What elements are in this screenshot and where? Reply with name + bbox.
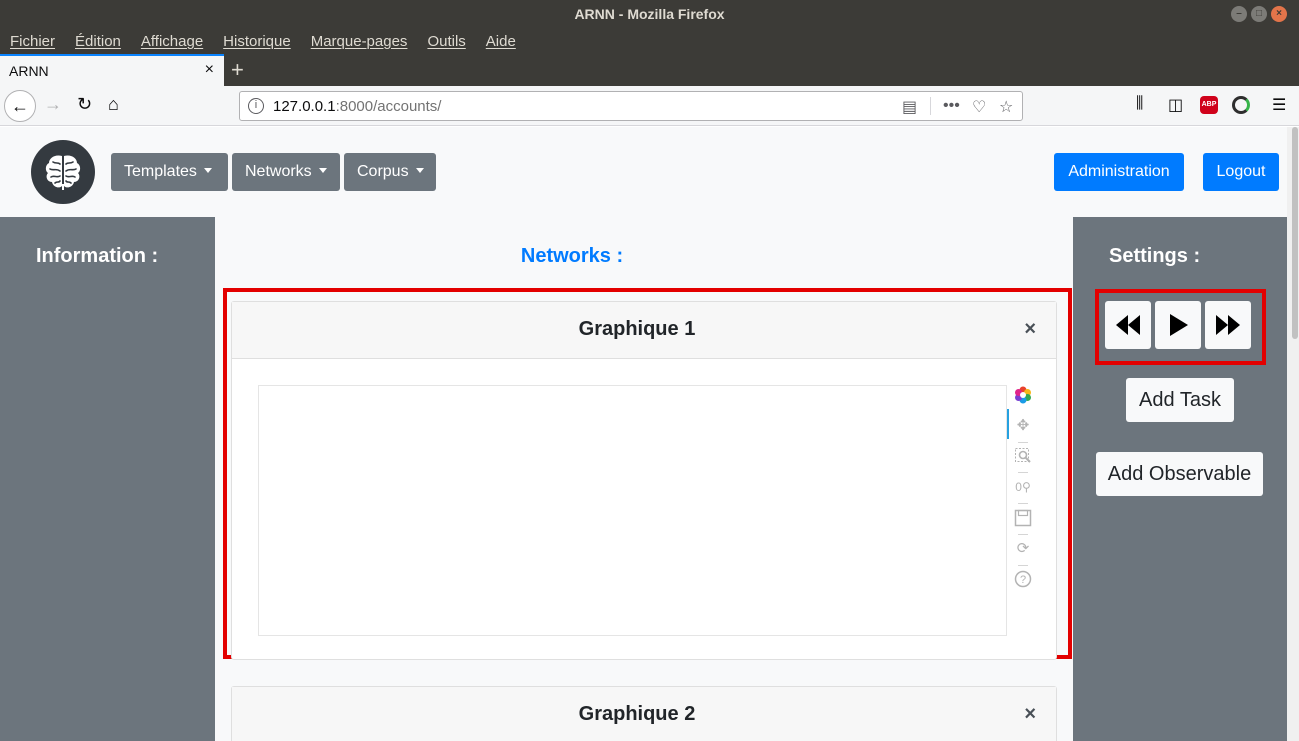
window-titlebar: ARNN - Mozilla Firefox – □ × xyxy=(0,0,1299,28)
rewind-icon xyxy=(1116,315,1140,335)
box-zoom-glyph xyxy=(1015,448,1031,463)
templates-dropdown[interactable]: Templates xyxy=(111,153,228,191)
close-graph-icon[interactable]: × xyxy=(1024,318,1036,341)
logout-button[interactable]: Logout xyxy=(1203,153,1279,191)
toolbar-divider xyxy=(1018,472,1028,473)
caret-down-icon xyxy=(203,168,212,173)
menu-edition[interactable]: Édition xyxy=(75,33,121,50)
extension-icon[interactable] xyxy=(1232,96,1250,114)
plotly-logo-icon[interactable] xyxy=(1014,386,1032,404)
close-graph-icon[interactable]: × xyxy=(1024,703,1036,726)
active-tool-indicator xyxy=(1007,409,1009,439)
networks-panel: Networks : Graphique 1 × ✥ 0⚲ ⟳ ? Graphi… xyxy=(215,217,1073,741)
fast-forward-button[interactable] xyxy=(1205,301,1251,349)
playback-controls xyxy=(1105,301,1255,349)
reload-icon[interactable]: ↻ xyxy=(77,94,92,115)
plot-area[interactable] xyxy=(258,385,1007,636)
caret-down-icon xyxy=(318,168,327,173)
scrollbar-thumb[interactable] xyxy=(1292,127,1298,339)
graph-title: Graphique 1 xyxy=(578,318,696,340)
add-task-button[interactable]: Add Task xyxy=(1126,378,1234,422)
site-info-icon[interactable]: i xyxy=(248,98,264,114)
graph-card-2: Graphique 2 × xyxy=(231,686,1057,741)
box-zoom-icon[interactable] xyxy=(1014,447,1032,465)
maximize-icon[interactable]: □ xyxy=(1251,6,1267,22)
corpus-dropdown[interactable]: Corpus xyxy=(344,153,436,191)
graph-title: Graphique 2 xyxy=(578,703,696,725)
graph-card-header: Graphique 2 × xyxy=(232,687,1056,741)
minimize-icon[interactable]: – xyxy=(1231,6,1247,22)
menu-marque-pages[interactable]: Marque-pages xyxy=(311,33,408,50)
tab-bar: ARNN × + xyxy=(0,54,1299,86)
menu-historique[interactable]: Historique xyxy=(223,33,291,50)
fast-forward-icon xyxy=(1216,315,1240,335)
networks-dropdown[interactable]: Networks xyxy=(232,153,340,191)
information-heading: Information : xyxy=(36,245,159,267)
tab-arnn[interactable]: ARNN × xyxy=(0,54,224,86)
rewind-button[interactable] xyxy=(1105,301,1151,349)
reader-view-icon[interactable]: ▤ xyxy=(902,97,917,117)
navigation-toolbar: ← → ↻ ⌂ i 127.0.0.1:8000/accounts/ ▤ •••… xyxy=(0,86,1299,126)
menu-outils[interactable]: Outils xyxy=(427,33,465,50)
menu-bar: Fichier Édition Affichage Historique Mar… xyxy=(0,28,1299,54)
graph-card-1: Graphique 1 × ✥ 0⚲ ⟳ ? xyxy=(231,301,1057,660)
back-icon[interactable]: ← xyxy=(4,90,36,122)
help-icon[interactable]: ? xyxy=(1014,570,1032,588)
url-text[interactable]: 127.0.0.1:8000/accounts/ xyxy=(273,98,441,115)
menu-icon[interactable]: ☰ xyxy=(1272,95,1286,115)
wheel-zoom-icon[interactable]: 0⚲ xyxy=(1014,478,1032,496)
toolbar-divider xyxy=(1018,565,1028,566)
administration-button[interactable]: Administration xyxy=(1054,153,1184,191)
page-actions-icon[interactable]: ••• xyxy=(943,97,960,115)
url-host: 127.0.0.1 xyxy=(273,98,336,115)
home-icon[interactable]: ⌂ xyxy=(108,94,119,115)
menu-aide[interactable]: Aide xyxy=(486,33,516,50)
bookmark-star-icon[interactable]: ☆ xyxy=(999,97,1013,117)
menu-fichier[interactable]: Fichier xyxy=(10,33,55,50)
site-navbar: Templates Networks Corpus Administration… xyxy=(0,127,1287,217)
networks-label: Networks xyxy=(245,163,312,180)
settings-panel: Settings : Add Task Add Observable xyxy=(1073,217,1287,741)
settings-heading: Settings : xyxy=(1109,245,1201,267)
play-icon xyxy=(1170,314,1188,336)
window-title: ARNN - Mozilla Firefox xyxy=(574,6,725,22)
corpus-label: Corpus xyxy=(357,163,409,180)
templates-label: Templates xyxy=(124,163,197,180)
brain-icon xyxy=(45,155,81,190)
help-glyph: ? xyxy=(1014,570,1032,588)
information-panel: Information : xyxy=(0,217,215,741)
forward-icon[interactable]: → xyxy=(44,94,62,115)
plot-toolbar: ✥ 0⚲ ⟳ ? xyxy=(1007,385,1037,605)
tab-title: ARNN xyxy=(9,63,49,79)
window-controls: – □ × xyxy=(1231,6,1287,22)
toolbar-divider xyxy=(1018,442,1028,443)
web-page: Templates Networks Corpus Administration… xyxy=(0,127,1287,741)
close-window-icon[interactable]: × xyxy=(1271,6,1287,22)
menu-affichage[interactable]: Affichage xyxy=(141,33,203,50)
tab-close-icon[interactable]: × xyxy=(205,61,214,79)
graph-card-header: Graphique 1 × xyxy=(232,302,1056,359)
save-glyph xyxy=(1014,509,1032,527)
adblock-icon[interactable]: ABP xyxy=(1200,96,1218,114)
caret-down-icon xyxy=(415,168,424,173)
pocket-icon[interactable]: ♡ xyxy=(972,97,986,117)
url-path: :8000/accounts/ xyxy=(335,98,442,115)
save-icon[interactable] xyxy=(1014,509,1032,527)
add-observable-button[interactable]: Add Observable xyxy=(1096,452,1263,496)
brain-logo-icon[interactable] xyxy=(31,140,95,204)
reset-icon[interactable]: ⟳ xyxy=(1014,540,1032,558)
url-bar[interactable]: i 127.0.0.1:8000/accounts/ ▤ ••• ♡ ☆ xyxy=(239,91,1023,121)
library-icon[interactable]: ⫼ xyxy=(1136,95,1143,113)
new-tab-icon[interactable]: + xyxy=(231,57,244,83)
networks-heading: Networks : xyxy=(520,245,624,267)
play-button[interactable] xyxy=(1155,301,1201,349)
url-separator xyxy=(930,97,931,115)
toolbar-divider xyxy=(1018,503,1028,504)
svg-text:?: ? xyxy=(1020,574,1026,586)
color-wheel-icon xyxy=(1015,386,1031,404)
toolbar-divider xyxy=(1018,534,1028,535)
pan-icon[interactable]: ✥ xyxy=(1014,417,1032,435)
sidebar-icon[interactable]: ◫ xyxy=(1168,95,1183,115)
